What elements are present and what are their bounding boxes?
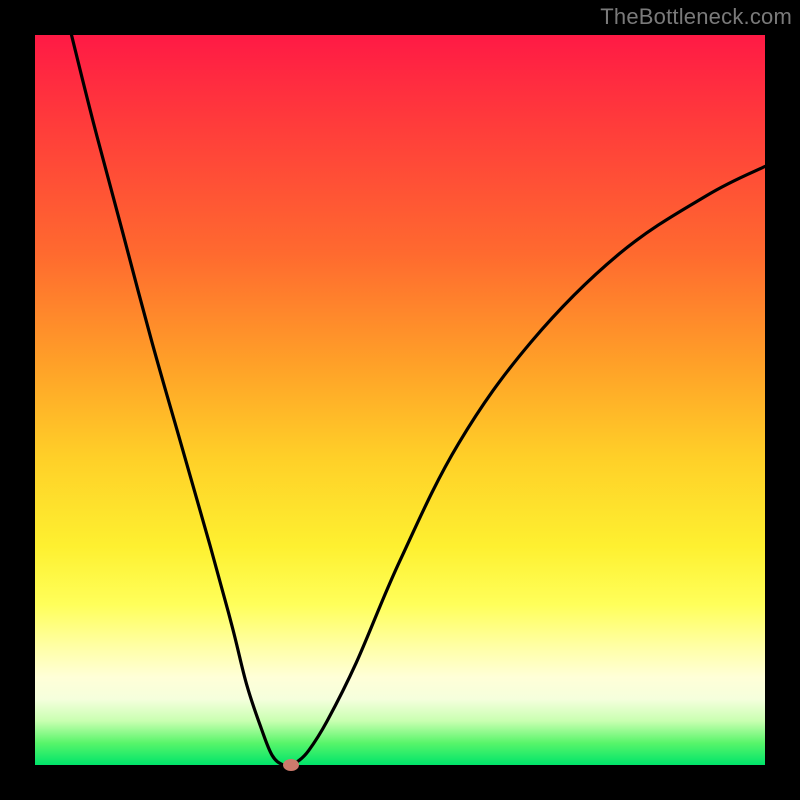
plot-area: [35, 35, 765, 765]
watermark-text: TheBottleneck.com: [600, 4, 792, 30]
chart-frame: TheBottleneck.com: [0, 0, 800, 800]
bottleneck-curve: [35, 35, 765, 765]
optimum-marker: [283, 759, 299, 771]
